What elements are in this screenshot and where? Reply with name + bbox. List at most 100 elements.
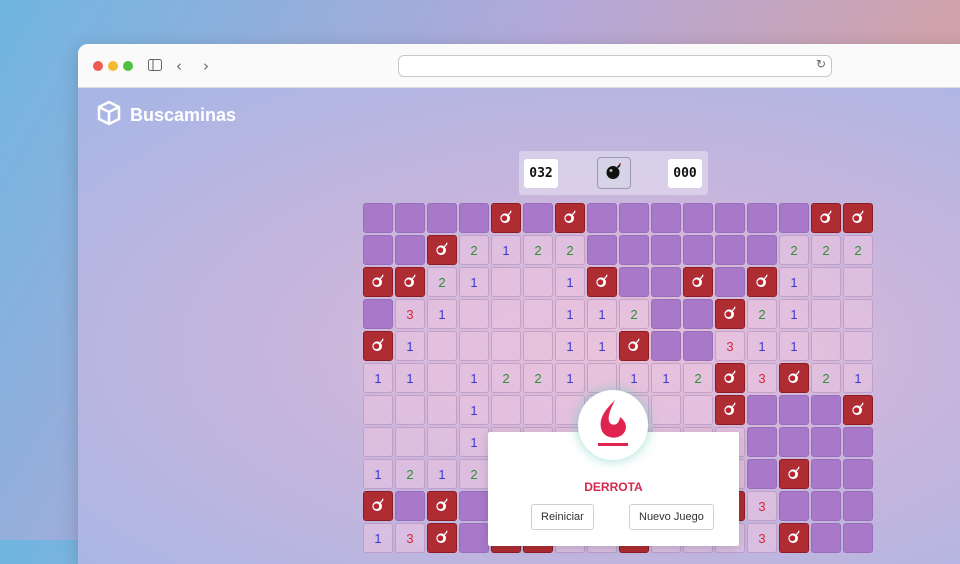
hidden-cell[interactable] bbox=[363, 203, 393, 233]
mine-cell[interactable] bbox=[779, 459, 809, 489]
hidden-cell[interactable] bbox=[843, 459, 873, 489]
number-cell[interactable]: 1 bbox=[395, 363, 425, 393]
mine-cell[interactable] bbox=[619, 331, 649, 361]
open-cell[interactable] bbox=[491, 299, 521, 329]
hidden-cell[interactable] bbox=[651, 203, 681, 233]
open-cell[interactable] bbox=[523, 395, 553, 425]
hidden-cell[interactable] bbox=[747, 203, 777, 233]
mine-cell[interactable] bbox=[395, 267, 425, 297]
mine-cell[interactable] bbox=[427, 491, 457, 521]
hidden-cell[interactable] bbox=[523, 203, 553, 233]
hidden-cell[interactable] bbox=[683, 331, 713, 361]
hidden-cell[interactable] bbox=[619, 267, 649, 297]
number-cell[interactable]: 2 bbox=[619, 299, 649, 329]
open-cell[interactable] bbox=[523, 267, 553, 297]
number-cell[interactable]: 1 bbox=[587, 299, 617, 329]
open-cell[interactable] bbox=[683, 395, 713, 425]
hidden-cell[interactable] bbox=[651, 235, 681, 265]
mine-cell[interactable] bbox=[363, 491, 393, 521]
mine-cell[interactable] bbox=[843, 203, 873, 233]
open-cell[interactable] bbox=[843, 299, 873, 329]
open-cell[interactable] bbox=[427, 427, 457, 457]
hidden-cell[interactable] bbox=[811, 395, 841, 425]
hidden-cell[interactable] bbox=[651, 267, 681, 297]
number-cell[interactable]: 1 bbox=[779, 299, 809, 329]
open-cell[interactable] bbox=[651, 395, 681, 425]
number-cell[interactable]: 2 bbox=[811, 235, 841, 265]
open-cell[interactable] bbox=[427, 395, 457, 425]
number-cell[interactable]: 1 bbox=[619, 363, 649, 393]
open-cell[interactable] bbox=[395, 395, 425, 425]
hidden-cell[interactable] bbox=[843, 427, 873, 457]
open-cell[interactable] bbox=[427, 331, 457, 361]
number-cell[interactable]: 2 bbox=[459, 459, 489, 489]
address-bar[interactable] bbox=[398, 55, 832, 77]
forward-icon[interactable]: › bbox=[203, 57, 209, 75]
number-cell[interactable]: 1 bbox=[747, 331, 777, 361]
hidden-cell[interactable] bbox=[811, 491, 841, 521]
number-cell[interactable]: 1 bbox=[459, 427, 489, 457]
mine-cell[interactable] bbox=[715, 395, 745, 425]
number-cell[interactable]: 1 bbox=[555, 363, 585, 393]
minimize-window-button[interactable] bbox=[108, 61, 118, 71]
number-cell[interactable]: 1 bbox=[459, 395, 489, 425]
hidden-cell[interactable] bbox=[459, 523, 489, 553]
mine-cell[interactable] bbox=[779, 363, 809, 393]
mine-cell[interactable] bbox=[779, 523, 809, 553]
open-cell[interactable] bbox=[459, 299, 489, 329]
hidden-cell[interactable] bbox=[779, 395, 809, 425]
number-cell[interactable]: 2 bbox=[427, 267, 457, 297]
hidden-cell[interactable] bbox=[779, 203, 809, 233]
mine-cell[interactable] bbox=[363, 267, 393, 297]
number-cell[interactable]: 1 bbox=[427, 299, 457, 329]
new-game-button[interactable]: Nuevo Juego bbox=[629, 504, 714, 530]
number-cell[interactable]: 1 bbox=[491, 235, 521, 265]
number-cell[interactable]: 1 bbox=[779, 267, 809, 297]
mine-cell[interactable] bbox=[747, 267, 777, 297]
number-cell[interactable]: 1 bbox=[555, 267, 585, 297]
number-cell[interactable]: 2 bbox=[395, 459, 425, 489]
number-cell[interactable]: 3 bbox=[747, 491, 777, 521]
mine-cell[interactable] bbox=[491, 203, 521, 233]
hidden-cell[interactable] bbox=[459, 203, 489, 233]
hidden-cell[interactable] bbox=[363, 299, 393, 329]
open-cell[interactable] bbox=[523, 331, 553, 361]
number-cell[interactable]: 1 bbox=[843, 363, 873, 393]
hidden-cell[interactable] bbox=[683, 203, 713, 233]
hidden-cell[interactable] bbox=[427, 203, 457, 233]
back-icon[interactable]: ‹ bbox=[176, 57, 182, 75]
number-cell[interactable]: 3 bbox=[747, 523, 777, 553]
number-cell[interactable]: 1 bbox=[555, 331, 585, 361]
mine-cell[interactable] bbox=[363, 331, 393, 361]
reset-game-button[interactable] bbox=[597, 157, 631, 189]
number-cell[interactable]: 1 bbox=[395, 331, 425, 361]
number-cell[interactable]: 2 bbox=[779, 235, 809, 265]
hidden-cell[interactable] bbox=[747, 459, 777, 489]
mine-cell[interactable] bbox=[427, 235, 457, 265]
mine-cell[interactable] bbox=[587, 267, 617, 297]
hidden-cell[interactable] bbox=[843, 523, 873, 553]
number-cell[interactable]: 2 bbox=[523, 235, 553, 265]
number-cell[interactable]: 1 bbox=[555, 299, 585, 329]
hidden-cell[interactable] bbox=[715, 235, 745, 265]
open-cell[interactable] bbox=[491, 395, 521, 425]
number-cell[interactable]: 2 bbox=[491, 363, 521, 393]
number-cell[interactable]: 1 bbox=[363, 363, 393, 393]
number-cell[interactable]: 2 bbox=[683, 363, 713, 393]
open-cell[interactable] bbox=[587, 363, 617, 393]
number-cell[interactable]: 1 bbox=[779, 331, 809, 361]
hidden-cell[interactable] bbox=[619, 203, 649, 233]
number-cell[interactable]: 1 bbox=[459, 363, 489, 393]
hidden-cell[interactable] bbox=[395, 491, 425, 521]
hidden-cell[interactable] bbox=[619, 235, 649, 265]
hidden-cell[interactable] bbox=[395, 235, 425, 265]
number-cell[interactable]: 2 bbox=[459, 235, 489, 265]
number-cell[interactable]: 1 bbox=[427, 459, 457, 489]
open-cell[interactable] bbox=[843, 267, 873, 297]
open-cell[interactable] bbox=[363, 395, 393, 425]
mine-cell[interactable] bbox=[715, 299, 745, 329]
hidden-cell[interactable] bbox=[747, 235, 777, 265]
open-cell[interactable] bbox=[523, 299, 553, 329]
mine-cell[interactable] bbox=[683, 267, 713, 297]
open-cell[interactable] bbox=[843, 331, 873, 361]
